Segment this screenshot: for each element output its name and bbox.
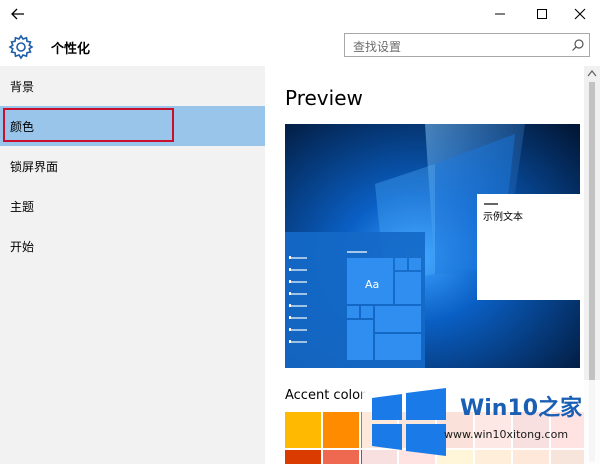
minimize-icon [495, 13, 505, 15]
preview-heading: Preview [285, 86, 363, 110]
sidebar-item-lock-screen[interactable]: 锁屏界面 [0, 146, 265, 186]
close-button[interactable] [560, 0, 600, 28]
accent-swatch[interactable] [323, 450, 359, 464]
sidebar-item-label: 主题 [10, 199, 35, 214]
search-icon[interactable] [571, 38, 585, 52]
sidebar-item-label: 开始 [10, 239, 35, 254]
highlight-annotation-box [3, 108, 174, 142]
watermark: Win10之家 www.win10xitong.com [362, 380, 600, 464]
sidebar-item-start[interactable]: 开始 [0, 226, 265, 266]
close-icon [574, 8, 586, 20]
search-placeholder: 查找设置 [353, 40, 402, 54]
sidebar-item-label: 背景 [10, 79, 35, 94]
sidebar: 背景 颜色 锁屏界面 主题 开始 [0, 66, 265, 464]
desktop-preview-graphic: Aa 示例文本 [285, 124, 580, 368]
sidebar-item-background[interactable]: 背景 [0, 66, 265, 106]
gear-icon [8, 34, 34, 60]
sidebar-item-themes[interactable]: 主题 [0, 186, 265, 226]
preview-tile-label: Aa [365, 278, 379, 291]
back-button[interactable] [0, 0, 36, 28]
sidebar-item-label: 锁屏界面 [10, 159, 59, 174]
settings-header: 个性化 查找设置 [0, 28, 600, 66]
scroll-up-arrow-icon[interactable] [587, 69, 597, 77]
maximize-icon [537, 9, 547, 19]
preview-image: Aa 示例文本 [285, 124, 580, 368]
preview-sample-text: 示例文本 [483, 210, 523, 223]
back-arrow-icon [11, 8, 24, 20]
minimize-button[interactable] [480, 0, 520, 28]
search-input[interactable]: 查找设置 [344, 33, 590, 57]
accent-swatch[interactable] [285, 450, 321, 464]
page-title: 个性化 [51, 42, 91, 57]
maximize-button[interactable] [522, 0, 562, 28]
sample-window [477, 194, 580, 300]
accent-color-heading: Accent color [285, 388, 366, 403]
title-bar [0, 0, 600, 28]
accent-swatch[interactable] [323, 412, 359, 448]
accent-swatch[interactable] [285, 412, 321, 448]
watermark-brand: Win10之家 [460, 396, 583, 421]
watermark-url: www.win10xitong.com [444, 428, 569, 441]
